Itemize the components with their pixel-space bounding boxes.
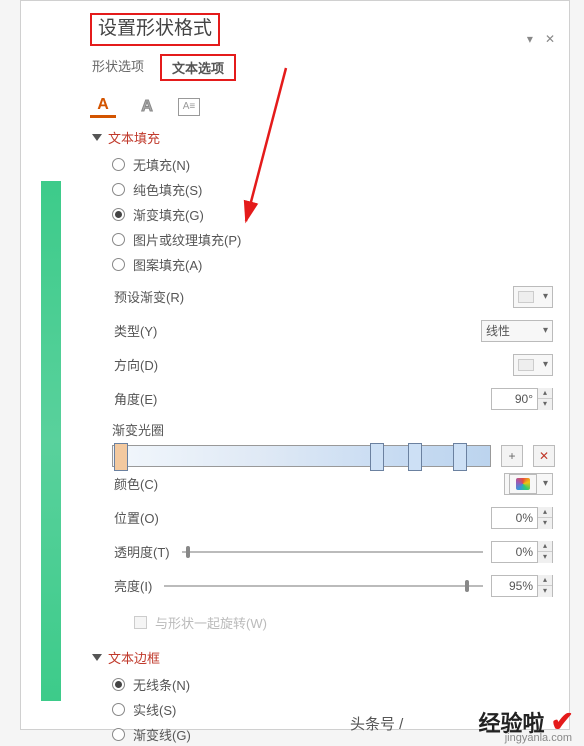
- row-angle: 角度(E) 90° ▴▾: [112, 382, 555, 416]
- radio-picture-fill[interactable]: 图片或纹理填充(P): [112, 230, 555, 249]
- preset-gradient-dropdown[interactable]: ▾: [513, 286, 553, 308]
- gradient-stop-3[interactable]: [408, 443, 422, 471]
- gradient-stop-1[interactable]: [114, 443, 128, 471]
- text-option-category-icons: A A A≡: [90, 96, 555, 118]
- gradient-stop-4[interactable]: [453, 443, 467, 471]
- gradient-type-dropdown[interactable]: 线性 ▾: [481, 320, 553, 342]
- section-text-outline[interactable]: 文本边框: [92, 648, 555, 667]
- row-brightness: 亮度(I) 95% ▴▾: [112, 569, 555, 603]
- row-direction: 方向(D) ▾: [112, 348, 555, 382]
- row-color: 颜色(C) ▾: [112, 467, 555, 501]
- brightness-slider[interactable]: [164, 577, 483, 595]
- panel-tabs: 形状选项 文本选项: [90, 54, 555, 82]
- tab-shape-options[interactable]: 形状选项: [90, 54, 146, 81]
- watermark-url: jingyanla.com: [505, 732, 572, 744]
- collapse-caret-icon: [92, 134, 102, 141]
- slide-thumbnail-strip: [41, 181, 61, 701]
- color-dropdown[interactable]: ▾: [504, 473, 553, 495]
- section-text-fill[interactable]: 文本填充: [92, 128, 555, 147]
- rotate-with-shape-checkbox: 与形状一起旋转(W): [134, 613, 555, 632]
- gradient-properties: 预设渐变(R) ▾ 类型(Y) 线性 ▾ 方向(D: [112, 280, 555, 632]
- position-spinner[interactable]: 0% ▴▾: [491, 507, 553, 529]
- remove-gradient-stop-button[interactable]: ✕: [533, 445, 555, 467]
- panel-title: 设置形状格式: [90, 13, 220, 46]
- section-text-fill-label: 文本填充: [108, 128, 160, 147]
- row-preset-gradient: 预设渐变(R) ▾: [112, 280, 555, 314]
- gradient-stop-2[interactable]: [370, 443, 384, 471]
- outer-frame: 设置形状格式 ▾ ✕ 形状选项 文本选项 A A A≡ 文本填充 无填充(N): [20, 0, 570, 730]
- panel-close-icon[interactable]: ✕: [545, 32, 555, 46]
- add-gradient-stop-button[interactable]: +: [501, 445, 523, 467]
- color-picker-icon: [509, 474, 537, 494]
- text-effects-icon[interactable]: A: [134, 96, 160, 118]
- row-type: 类型(Y) 线性 ▾: [112, 314, 555, 348]
- byline-text: 头条号 /: [350, 713, 403, 734]
- gradient-stops-bar[interactable]: [112, 445, 491, 467]
- collapse-caret-icon: [92, 654, 102, 661]
- direction-dropdown[interactable]: ▾: [513, 354, 553, 376]
- section-text-outline-label: 文本边框: [108, 648, 160, 667]
- radio-no-line[interactable]: 无线条(N): [112, 675, 555, 694]
- format-shape-panel: 设置形状格式 ▾ ✕ 形状选项 文本选项 A A A≡ 文本填充 无填充(N): [76, 3, 567, 727]
- tab-text-options[interactable]: 文本选项: [160, 54, 236, 81]
- row-position: 位置(O) 0% ▴▾: [112, 501, 555, 535]
- radio-gradient-fill[interactable]: 渐变填充(G): [112, 205, 555, 224]
- panel-menu-caret[interactable]: ▾: [527, 32, 533, 46]
- transparency-spinner[interactable]: 0% ▴▾: [491, 541, 553, 563]
- gradient-stops-label: 渐变光圈: [112, 420, 555, 439]
- angle-spinner[interactable]: 90° ▴▾: [491, 388, 553, 410]
- radio-no-fill[interactable]: 无填充(N): [112, 155, 555, 174]
- radio-pattern-fill[interactable]: 图案填充(A): [112, 255, 555, 274]
- brightness-spinner[interactable]: 95% ▴▾: [491, 575, 553, 597]
- row-transparency: 透明度(T) 0% ▴▾: [112, 535, 555, 569]
- fill-radio-group: 无填充(N) 纯色填充(S) 渐变填充(G) 图片或纹理填充(P) 图案填充(A…: [112, 155, 555, 274]
- transparency-slider[interactable]: [182, 543, 483, 561]
- checkbox-icon: [134, 616, 147, 629]
- radio-solid-fill[interactable]: 纯色填充(S): [112, 180, 555, 199]
- textbox-icon[interactable]: A≡: [178, 98, 200, 116]
- text-fill-outline-icon[interactable]: A: [90, 96, 116, 118]
